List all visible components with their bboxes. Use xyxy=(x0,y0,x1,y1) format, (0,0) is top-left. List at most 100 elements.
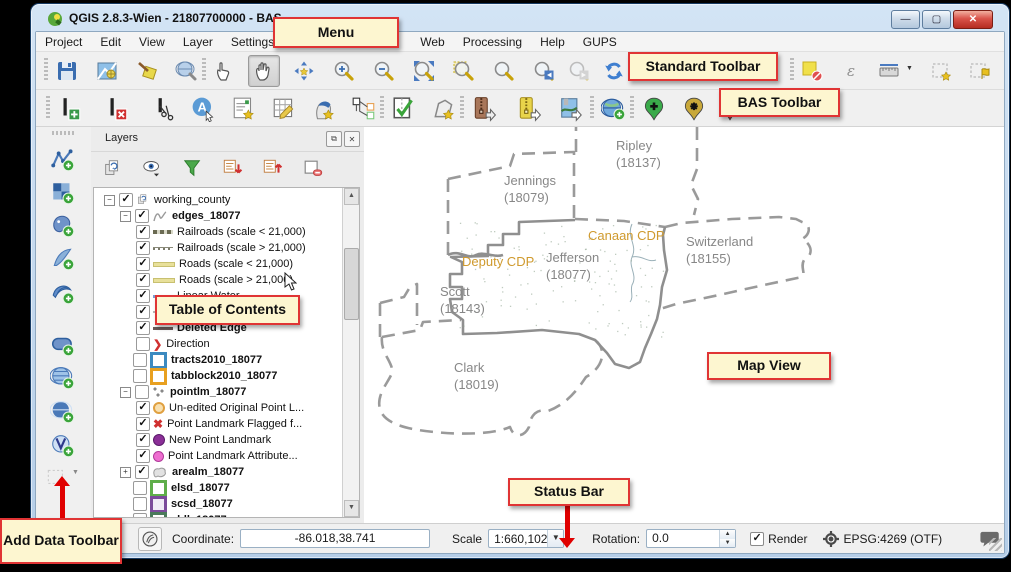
split-line-button[interactable] xyxy=(148,93,180,125)
scroll-down-icon[interactable]: ▼ xyxy=(344,500,359,517)
layer-row[interactable]: scsd_18077 xyxy=(120,496,233,512)
layer-checkbox[interactable] xyxy=(136,337,150,351)
menu-help[interactable]: Help xyxy=(531,33,574,51)
tree-expander-icon[interactable]: − xyxy=(104,195,115,206)
minimize-button[interactable]: — xyxy=(891,10,920,29)
coordinate-input[interactable]: -86.018,38.741 xyxy=(240,529,430,548)
identify-button[interactable] xyxy=(208,55,240,87)
panel-float-button[interactable]: ⧉ xyxy=(326,131,342,147)
refresh-button[interactable] xyxy=(598,55,630,87)
pan-button[interactable] xyxy=(248,55,280,87)
toolbar-grip[interactable] xyxy=(460,96,464,120)
pan-to-selection-button[interactable] xyxy=(288,55,320,87)
zoom-to-layer-button[interactable] xyxy=(488,55,520,87)
close-button[interactable]: ✕ xyxy=(953,10,993,29)
import-zip-button[interactable] xyxy=(468,93,500,125)
scale-combo[interactable]: 1:660,102 ▼ xyxy=(488,529,564,548)
toolbar-grip[interactable] xyxy=(790,58,794,82)
resize-grip[interactable] xyxy=(989,538,1002,551)
tree-scrollbar[interactable]: ▲ ▼ xyxy=(342,188,359,517)
layer-row[interactable]: +✓arealm_18077 xyxy=(120,464,244,480)
spin-up-icon[interactable]: ▲ xyxy=(720,530,735,539)
toolbar-grip[interactable] xyxy=(630,96,634,120)
layer-checkbox[interactable] xyxy=(133,481,147,495)
add-vector-layer-button[interactable] xyxy=(48,145,78,175)
collapse-all-button[interactable] xyxy=(259,155,287,183)
toolbar-grip[interactable] xyxy=(52,131,76,135)
layer-row[interactable]: tracts2010_18077 xyxy=(120,352,262,368)
globe-add-button[interactable] xyxy=(598,93,630,125)
pin-flag-button[interactable] xyxy=(678,93,710,125)
remove-annotation-button[interactable] xyxy=(796,55,828,87)
add-oracle-layer-button[interactable] xyxy=(48,330,78,360)
layer-checkbox[interactable] xyxy=(133,513,147,518)
measure-dropdown-icon[interactable]: ▼ xyxy=(906,65,913,72)
layer-row[interactable]: ✓✖Point Landmark Flagged f... xyxy=(136,416,302,432)
topology-button[interactable] xyxy=(348,93,380,125)
layer-checkbox[interactable]: ✓ xyxy=(136,401,150,415)
tree-expander-icon[interactable]: − xyxy=(120,387,131,398)
menu-layer[interactable]: Layer xyxy=(174,33,222,51)
scroll-up-icon[interactable]: ▲ xyxy=(344,188,359,205)
clean-map-button[interactable] xyxy=(131,55,163,87)
toolbar-grip[interactable] xyxy=(46,96,50,120)
layer-checkbox[interactable]: ✓ xyxy=(136,225,150,239)
label-button[interactable]: A xyxy=(188,93,220,125)
new-map-view-button[interactable] xyxy=(91,55,123,87)
layer-checkbox[interactable] xyxy=(133,369,147,383)
pin-add-button[interactable] xyxy=(638,93,670,125)
layer-row[interactable]: ✓Roads (scale > 21,000) xyxy=(136,272,293,288)
toolbar-grip[interactable] xyxy=(590,96,594,120)
layer-row[interactable]: ✓New Point Landmark xyxy=(136,432,271,448)
delete-line-button[interactable] xyxy=(101,93,133,125)
layer-checkbox[interactable]: ✓ xyxy=(136,289,150,303)
layer-row[interactable]: ✓Point Landmark Attribute... xyxy=(136,448,298,464)
zoom-next-button[interactable] xyxy=(563,55,595,87)
layer-row[interactable]: ✓Un-edited Original Point L... xyxy=(136,400,304,416)
new-bookmark-button[interactable] xyxy=(926,55,958,87)
layer-checkbox[interactable] xyxy=(133,497,147,511)
layer-checkbox[interactable]: ✓ xyxy=(136,273,150,287)
map-view[interactable]: Ripley(18137)Jennings(18079)Canaan CDPSw… xyxy=(364,127,1004,524)
layer-checkbox[interactable]: ✓ xyxy=(136,241,150,255)
show-bookmarks-button[interactable] xyxy=(964,55,996,87)
new-layer-dropdown-icon[interactable]: ▼ xyxy=(72,469,79,476)
layers-panel-header[interactable]: Layers ⧉ ✕ xyxy=(91,127,364,152)
filter-legend-button[interactable] xyxy=(179,155,207,183)
add-postgis-layer-button[interactable] xyxy=(48,211,78,241)
zoom-in-button[interactable] xyxy=(328,55,360,87)
measure-button[interactable] xyxy=(874,55,906,87)
layer-checkbox[interactable]: ✓ xyxy=(136,417,150,431)
rotation-spinner[interactable]: 0.0 ▲▼ xyxy=(646,529,736,548)
zoom-last-button[interactable] xyxy=(528,55,560,87)
add-mssql-layer-button[interactable] xyxy=(48,278,78,308)
add-line-button[interactable] xyxy=(54,93,86,125)
layer-checkbox[interactable]: ✓ xyxy=(136,305,150,319)
spin-down-icon[interactable]: ▼ xyxy=(720,539,735,548)
polygon-star-button[interactable] xyxy=(428,93,460,125)
validate-button[interactable] xyxy=(388,93,420,125)
layer-checkbox[interactable]: ✓ xyxy=(119,193,133,207)
search-globe-button[interactable] xyxy=(171,55,203,87)
menu-processing[interactable]: Processing xyxy=(454,33,531,51)
save-button[interactable] xyxy=(51,55,83,87)
tree-expander-icon[interactable]: + xyxy=(120,467,131,478)
layer-checkbox[interactable]: ✓ xyxy=(136,449,150,463)
zoom-full-button[interactable] xyxy=(408,55,440,87)
layer-row[interactable]: −✓working_county xyxy=(104,192,230,208)
layer-row[interactable]: ✓Railroads (scale < 21,000) xyxy=(136,224,306,240)
menu-gups[interactable]: GUPS xyxy=(574,33,626,51)
edits-icon[interactable] xyxy=(138,527,162,551)
crs-status[interactable]: EPSG:4269 (OTF) xyxy=(843,532,942,546)
layer-row[interactable]: ❯Direction xyxy=(136,336,210,352)
zoom-out-button[interactable] xyxy=(368,55,400,87)
layer-checkbox[interactable] xyxy=(133,353,147,367)
layer-row[interactable]: ✓Roads (scale < 21,000) xyxy=(136,256,293,272)
layer-checkbox[interactable]: ✓ xyxy=(136,433,150,447)
add-wfs-layer-button[interactable] xyxy=(48,431,78,461)
add-group-button[interactable] xyxy=(99,155,127,183)
remove-layer-button[interactable] xyxy=(299,155,327,183)
maximize-button[interactable]: ▢ xyxy=(922,10,951,29)
layer-row[interactable]: elsd_18077 xyxy=(120,480,230,496)
export-map-button[interactable] xyxy=(556,93,588,125)
